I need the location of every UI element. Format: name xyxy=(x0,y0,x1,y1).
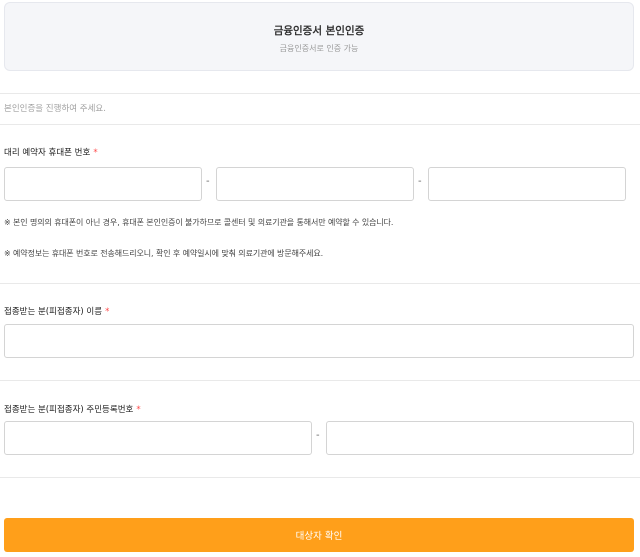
divider xyxy=(0,93,640,94)
name-input[interactable] xyxy=(4,324,634,358)
divider xyxy=(0,283,640,284)
phone-label-text: 대리 예약자 휴대폰 번호 xyxy=(4,148,91,158)
rrn-label-text: 접종받는 분(피접종자) 주민등록번호 xyxy=(4,405,134,415)
intro-text: 본인인증을 진행하여 주세요. xyxy=(4,104,106,114)
financial-cert-button[interactable]: 금융인증서 본인인증 금융인증서로 인증 가능 xyxy=(4,2,634,71)
divider xyxy=(0,124,640,125)
reservation-note: ※ 예약정보는 휴대폰 번호로 전송해드리오니, 확인 후 예약일시에 맞춰 의… xyxy=(4,249,324,258)
required-mark: * xyxy=(136,405,141,415)
required-mark: * xyxy=(105,307,110,317)
cert-title: 금융인증서 본인인증 xyxy=(273,25,365,37)
confirm-target-button[interactable]: 대상자 확인 xyxy=(4,518,634,552)
rrn-front-input[interactable] xyxy=(4,421,312,455)
name-label-text: 접종받는 분(피접종자) 이름 xyxy=(4,307,103,317)
name-label: 접종받는 분(피접종자) 이름 * xyxy=(4,305,109,317)
phone-label: 대리 예약자 휴대폰 번호 * xyxy=(4,146,98,158)
phone-separator: - xyxy=(418,176,422,187)
cert-subtitle: 금융인증서로 인증 가능 xyxy=(279,44,359,53)
rrn-back-input[interactable] xyxy=(326,421,634,455)
phone-part3-input[interactable] xyxy=(428,167,626,201)
phone-note: ※ 본인 명의의 휴대폰이 아닌 경우, 휴대폰 본인인증이 불가하므로 콜센터… xyxy=(4,218,394,227)
phone-separator: - xyxy=(206,176,210,187)
required-mark: * xyxy=(93,148,98,158)
phone-part1-input[interactable] xyxy=(4,167,202,201)
divider xyxy=(0,477,640,478)
rrn-separator: - xyxy=(316,430,320,441)
phone-part2-input[interactable] xyxy=(216,167,414,201)
rrn-label: 접종받는 분(피접종자) 주민등록번호 * xyxy=(4,403,141,415)
divider xyxy=(0,380,640,381)
